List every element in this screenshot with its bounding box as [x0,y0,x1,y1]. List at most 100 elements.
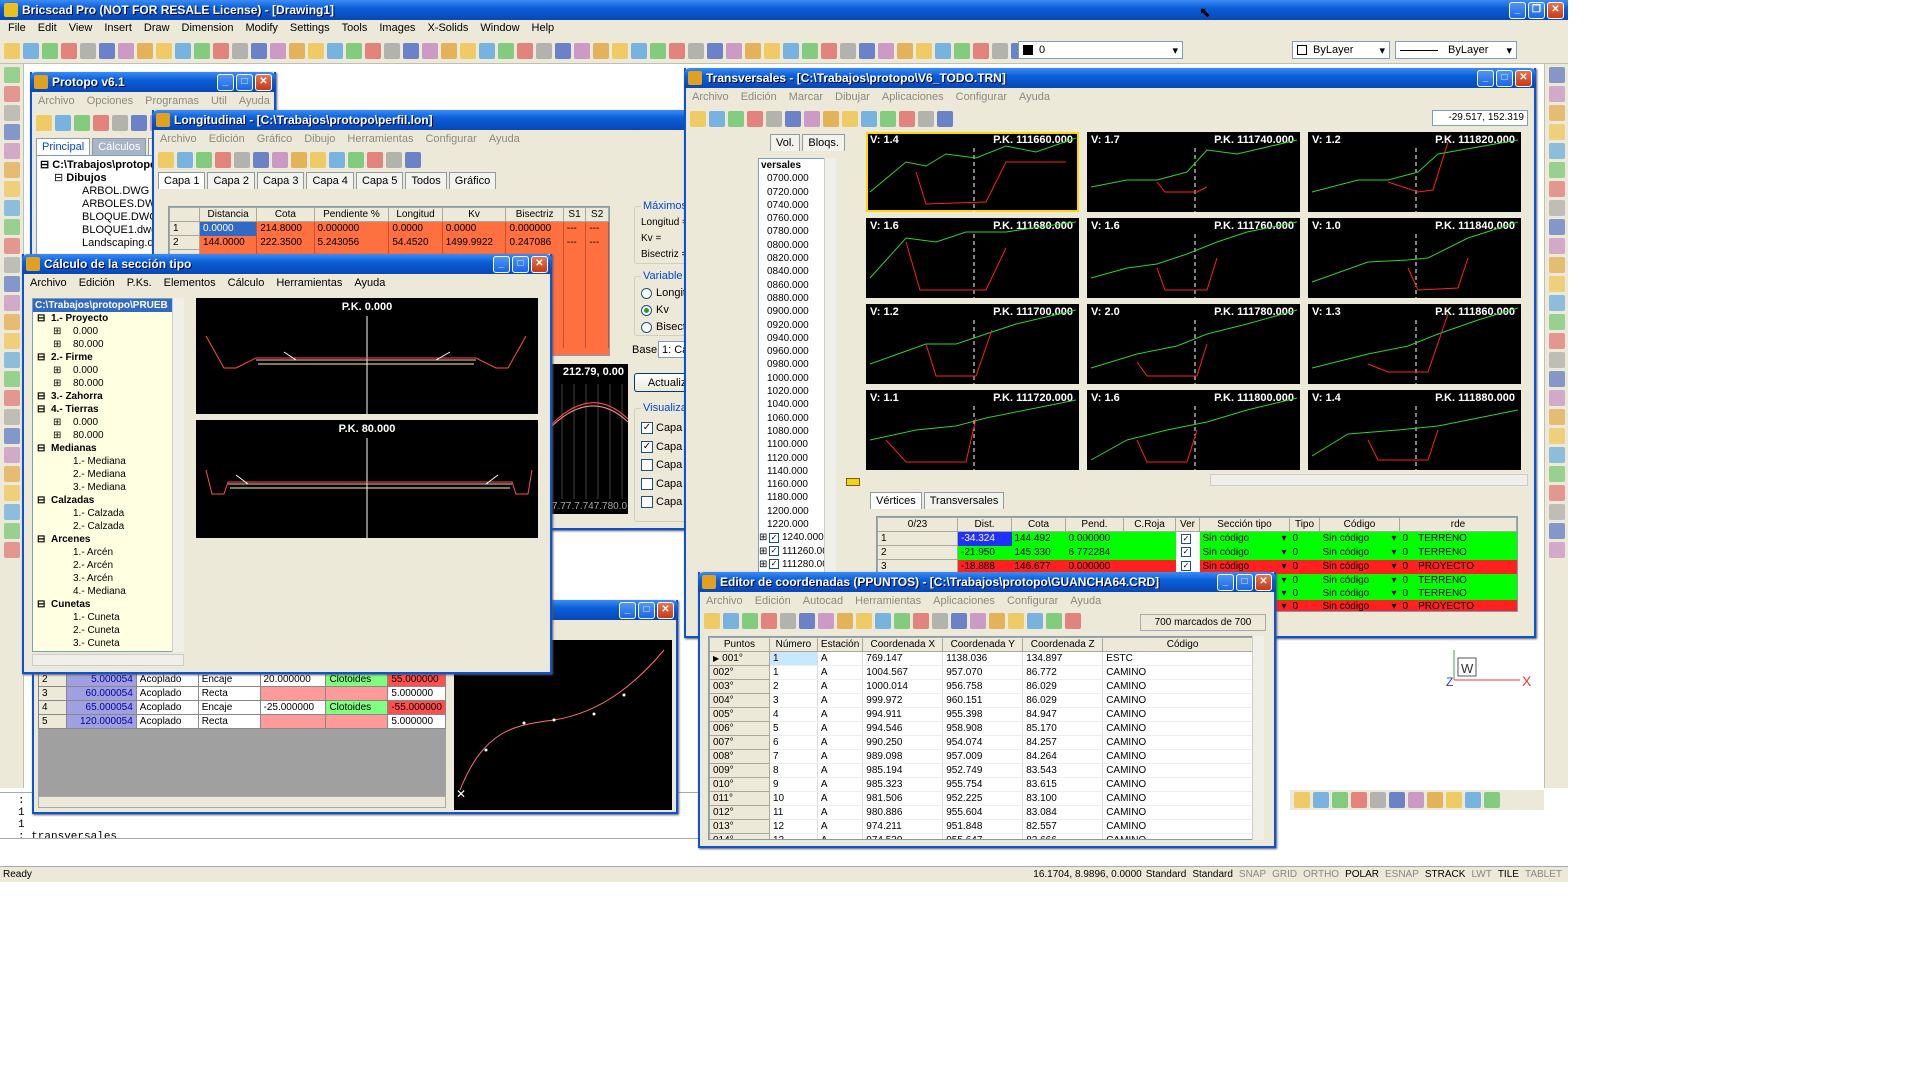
table-cell[interactable]: A [817,763,864,778]
long-tool-4-icon[interactable] [234,152,250,168]
tree-node[interactable]: 2.- Arcén [33,559,183,572]
table-cell[interactable] [325,714,389,729]
modify-tool-25-icon[interactable] [1548,542,1565,558]
table-cell[interactable] [1123,531,1176,546]
close-button[interactable]: ✕ [1255,573,1272,591]
row-header[interactable]: 012° [709,805,770,820]
sec-menu-6[interactable]: Ayuda [354,277,385,289]
modify-tool-17-icon[interactable] [1548,390,1565,406]
modify-tool-0-icon[interactable] [1548,67,1565,83]
table-row[interactable]: 008° 7 A 989.098 957.009 84.264 CAMINO [709,749,1263,764]
tree-node[interactable]: ⊞ 0.000 [33,325,183,338]
main-tool-19-icon[interactable] [365,42,381,59]
chevron-down-icon[interactable]: ▾ [1391,546,1396,559]
table-cell[interactable]: 84.947 [1022,707,1104,722]
expand-icon[interactable]: ⊞ [759,558,769,571]
table-cell[interactable]: Recta [197,686,261,701]
tree-node[interactable]: 3.- Arcén [33,572,183,585]
close-button[interactable]: ✕ [1547,1,1564,19]
long-menu-2[interactable]: Gráfico [257,133,292,145]
table-cell[interactable]: 5 [38,714,67,729]
table-cell[interactable]: 20.000000 [259,672,327,687]
tree-node[interactable]: 1.- Arcén [33,546,183,559]
main-tool-37-icon[interactable] [707,42,723,59]
main-tool-21-icon[interactable] [403,42,419,59]
table-cell[interactable]: 952.225 [942,791,1024,806]
status-toggle-6[interactable]: ESNAP [1385,869,1419,880]
main-tool-20-icon[interactable] [384,42,400,59]
coord-tool-19-icon[interactable] [1065,613,1081,629]
trans-tool-4-icon[interactable] [766,111,782,127]
color-dropdown[interactable]: ByLayer ▾ [1292,41,1390,59]
chevron-down-icon[interactable]: ▾ [1281,560,1286,573]
table-cell[interactable]: -55.000000 [387,700,446,715]
chevron-down-icon[interactable]: ▾ [1391,574,1396,587]
long-tab-6[interactable]: Gráfico [448,172,497,189]
vert-col-header[interactable]: Cota [1011,517,1066,532]
chevron-down-icon[interactable]: ▾ [1281,587,1286,600]
chevron-down-icon[interactable]: ▾ [1281,600,1286,612]
status-toggle-5[interactable]: POLAR [1345,869,1379,880]
table-cell[interactable]: 83.615 [1022,777,1104,792]
table-cell[interactable]: 955.398 [942,707,1024,722]
coord-col-header[interactable]: Puntos [709,637,770,652]
trans-tool-7-icon[interactable] [823,111,839,127]
trans-side-tab-1[interactable]: Bloqs. [802,134,845,151]
main-tool-41-icon[interactable] [783,42,799,59]
main-tool-17-icon[interactable] [327,42,343,59]
long-tool-9-icon[interactable] [329,152,345,168]
tree-node[interactable]: 1.- Mediana [33,455,183,468]
table-row[interactable]: 012° 11 A 980.886 955.604 83.084 CAMINO [709,805,1263,820]
table-cell[interactable]: Sin código ▾ [1319,573,1400,587]
draw-tool-13-icon[interactable] [3,314,20,330]
main-tool-30-icon[interactable] [574,42,590,59]
coord-tool-11-icon[interactable] [913,613,929,629]
restore-button[interactable]: ❐ [1528,1,1545,19]
main-tool-11-icon[interactable] [213,42,229,59]
main-tool-42-icon[interactable] [802,42,818,59]
row-header[interactable]: 008° [709,749,770,764]
table-cell[interactable]: CAMINO [1102,749,1263,764]
table-row[interactable]: 010° 9 A 985.323 955.754 83.615 CAMINO [709,777,1263,792]
table-cell[interactable]: 5.000000 [387,714,446,729]
tree-node[interactable]: ⊟ Arcenes [33,533,183,546]
table-cell[interactable]: 0 TERRENO [1399,586,1517,600]
status-toggle-2[interactable]: SNAP [1239,869,1266,880]
vert-col-header[interactable]: Ver [1175,517,1200,532]
tree-node[interactable]: 3.- Mediana [33,481,183,494]
table-cell[interactable]: ✓ [1175,531,1200,546]
row-header[interactable]: 005° [709,707,770,722]
sec-menu-0[interactable]: Archivo [30,277,67,289]
status-toggle-8[interactable]: LWT [1471,869,1491,880]
protopo-menu-3[interactable]: Util [211,95,227,107]
table-cell[interactable]: 999.972 [862,693,944,708]
table-row[interactable]: 009° 8 A 985.194 952.749 83.543 CAMINO [709,763,1263,778]
trans-tool-1-icon[interactable] [709,111,725,127]
expand-icon[interactable]: ⊞ [53,377,67,390]
table-cell[interactable]: A [817,819,864,834]
row-header[interactable]: 014° [709,833,770,839]
table-cell[interactable]: 956.758 [942,679,1024,694]
table-cell[interactable]: Encaje [197,672,261,687]
checkbox[interactable]: ✓ [641,422,653,435]
coord-tool-10-icon[interactable] [894,613,910,629]
table-cell[interactable]: A [817,805,864,820]
coord-tool-17-icon[interactable] [1027,613,1043,629]
modify-tool-23-icon[interactable] [1548,504,1565,520]
long-tool-5-icon[interactable] [253,152,269,168]
table-cell[interactable]: Acoplado [135,672,199,687]
modify-tool-2-icon[interactable] [1548,105,1565,121]
table-cell[interactable]: --- [563,221,587,236]
table-cell[interactable]: --- [585,235,609,250]
table-cell[interactable]: Sin código ▾ [1199,531,1290,546]
long-tool-12-icon[interactable] [386,152,402,168]
long-tool-7-icon[interactable] [291,152,307,168]
collapse-icon[interactable]: ⊟ [37,442,51,455]
trans-menu-3[interactable]: Dibujar [835,91,870,103]
row-header[interactable]: 013° [709,819,770,834]
modify-tool-10-icon[interactable] [1548,257,1565,273]
main-tool-50-icon[interactable] [954,42,970,59]
minimize-button[interactable]: _ [1477,69,1494,87]
table-cell[interactable] [1123,545,1176,560]
main-tool-35-icon[interactable] [669,42,685,59]
